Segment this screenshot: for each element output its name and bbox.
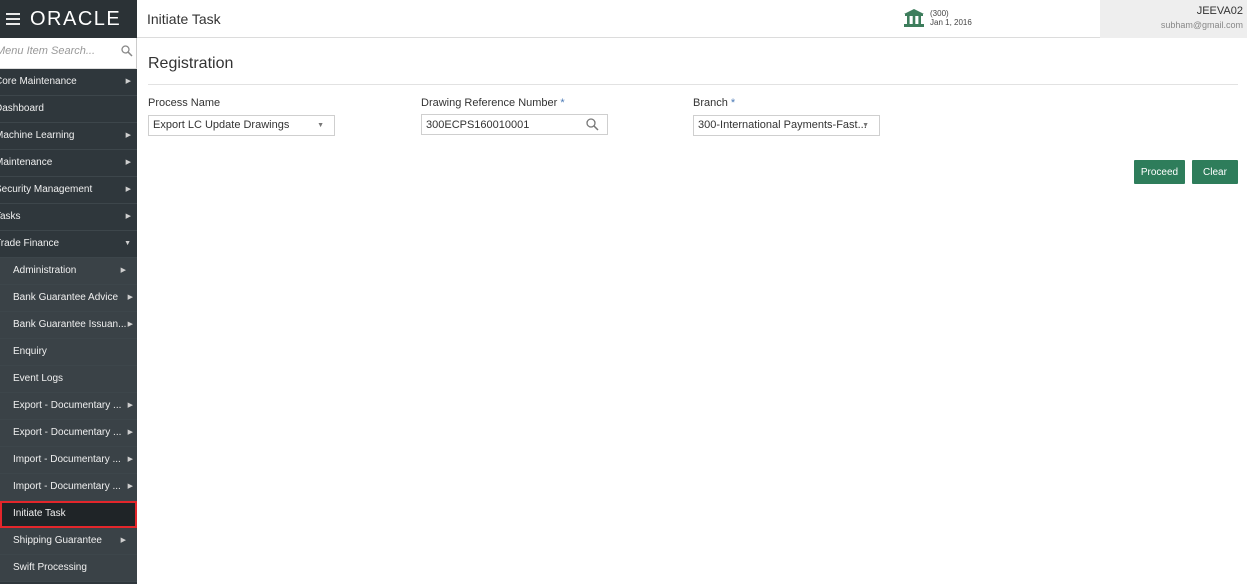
drawing-reference-label: Drawing Reference Number * [421, 97, 565, 109]
user-email: subham@gmail.com [1160, 20, 1243, 30]
branch-select[interactable]: 300-International Payments-Fast... ▼ [693, 115, 880, 136]
search-icon[interactable] [586, 118, 599, 131]
chevron-right-icon: ▶ [127, 429, 133, 436]
menu-search-box [0, 38, 137, 69]
chevron-right-icon: ▶ [120, 267, 126, 274]
sidebar-subitem-administration[interactable]: Administration ▶ [0, 258, 137, 285]
sidebar-item-trade-finance[interactable]: Trade Finance ▼ [0, 231, 137, 258]
branch-date: Jan 1, 2016 [930, 18, 972, 27]
user-name: JEEVA02 [1196, 5, 1243, 17]
chevron-right-icon: ▶ [127, 456, 133, 463]
chevron-right-icon: ▶ [127, 483, 133, 490]
sidebar-subitem-import-documentary-1[interactable]: Import - Documentary ... ▶ [0, 447, 137, 474]
sidebar-item-core-maintenance[interactable]: Core Maintenance ▶ [0, 69, 137, 96]
required-asterisk: * [730, 97, 736, 109]
sidebar: Core Maintenance ▶ Dashboard Machine Lea… [0, 38, 137, 584]
chevron-down-icon: ▼ [124, 240, 131, 247]
section-divider [148, 84, 1238, 85]
chevron-right-icon: ▶ [120, 537, 126, 544]
chevron-right-icon: ▶ [127, 402, 133, 409]
chevron-right-icon: ▶ [125, 78, 131, 85]
chevron-right-icon: ▶ [127, 321, 133, 328]
sidebar-subitem-export-documentary-1[interactable]: Export - Documentary ... ▶ [0, 393, 137, 420]
page-title: Initiate Task [147, 11, 221, 27]
sidebar-item-machine-learning[interactable]: Machine Learning ▶ [0, 123, 137, 150]
search-icon[interactable] [121, 45, 133, 57]
process-name-label: Process Name [148, 97, 221, 109]
chevron-down-icon: ▼ [317, 122, 324, 129]
sidebar-subitem-bank-guarantee-issuance[interactable]: Bank Guarantee Issuan... ▶ [0, 312, 137, 339]
sidebar-subitem-initiate-task[interactable]: Initiate Task [0, 501, 137, 528]
branch-info[interactable]: (300) Jan 1, 2016 [903, 8, 972, 28]
sidebar-subitem-event-logs[interactable]: Event Logs [0, 366, 137, 393]
sidebar-item-dashboard[interactable]: Dashboard [0, 96, 137, 123]
chevron-right-icon: ▶ [127, 294, 133, 301]
sidebar-item-security-management[interactable]: Security Management ▶ [0, 177, 137, 204]
oracle-logo: ORACLE [30, 7, 122, 30]
main-content: Registration Process Name Export LC Upda… [137, 38, 1247, 584]
chevron-right-icon: ▶ [125, 186, 131, 193]
chevron-right-icon: ▶ [125, 159, 131, 166]
chevron-right-icon: ▶ [125, 132, 131, 139]
section-title: Registration [148, 55, 234, 72]
sidebar-subitem-import-documentary-2[interactable]: Import - Documentary ... ▶ [0, 474, 137, 501]
process-name-select[interactable]: Export LC Update Drawings ▼ [148, 115, 335, 136]
clear-button[interactable]: Clear [1192, 160, 1238, 184]
logo-bar: ORACLE [0, 0, 137, 38]
chevron-right-icon: ▶ [125, 213, 131, 220]
top-header: Initiate Task (300) Jan 1, 2016 JEEVA02 … [137, 0, 1247, 38]
chevron-down-icon: ▼ [862, 122, 869, 129]
sidebar-subitem-shipping-guarantee[interactable]: Shipping Guarantee ▶ [0, 528, 137, 555]
required-asterisk: * [560, 97, 565, 109]
branch-label: Branch * [693, 97, 736, 109]
sidebar-subitem-swift-processing[interactable]: Swift Processing [0, 555, 137, 582]
user-info[interactable]: JEEVA02 subham@gmail.com [1100, 0, 1247, 38]
hamburger-menu-icon[interactable] [6, 13, 20, 25]
bank-building-icon [904, 9, 924, 27]
sidebar-subitem-enquiry[interactable]: Enquiry [0, 339, 137, 366]
branch-code: (300) [930, 9, 949, 18]
menu-search-input[interactable] [0, 44, 108, 58]
sidebar-subitem-bank-guarantee-advice[interactable]: Bank Guarantee Advice ▶ [0, 285, 137, 312]
sidebar-subitem-export-documentary-2[interactable]: Export - Documentary ... ▶ [0, 420, 137, 447]
sidebar-item-maintenance[interactable]: Maintenance ▶ [0, 150, 137, 177]
sidebar-item-tasks[interactable]: Tasks ▶ [0, 204, 137, 231]
proceed-button[interactable]: Proceed [1134, 160, 1185, 184]
drawing-reference-input[interactable] [421, 114, 608, 135]
